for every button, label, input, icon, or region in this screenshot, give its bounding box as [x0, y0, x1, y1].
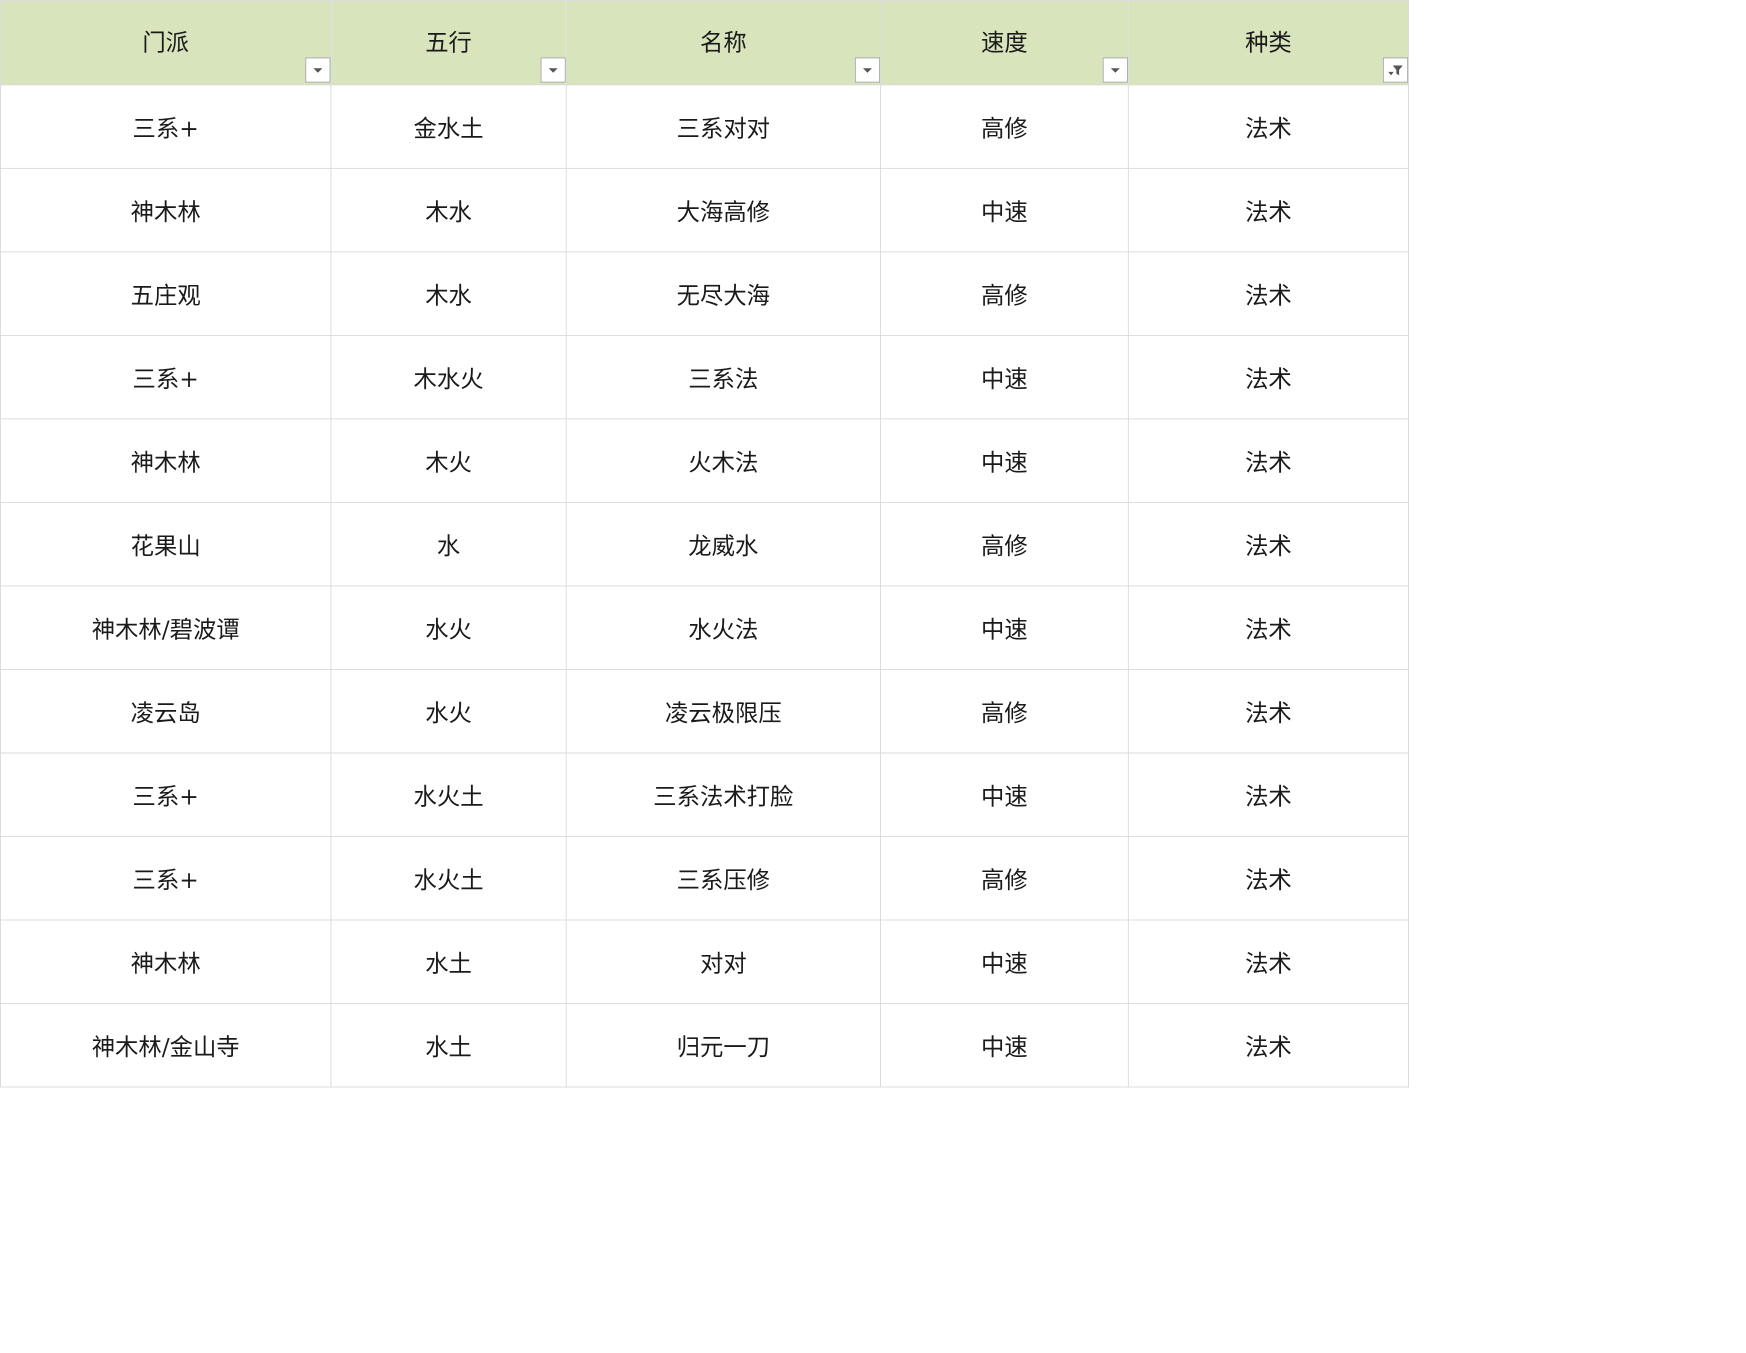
table-cell[interactable]: 水火	[330, 585, 567, 670]
table-cell[interactable]: 神木林	[0, 418, 332, 503]
table-row: 三系+ 水火土 三系法术打脸 中速 法术	[0, 752, 1409, 837]
table-cell[interactable]: 中速	[880, 167, 1129, 253]
table-row: 五庄观 木水 无尽大海 高修 法术	[0, 251, 1409, 336]
table-row: 神木林 木水 大海高修 中速 法术	[0, 167, 1409, 253]
data-table: 门派 五行 名称 速度 种类 三系+ 金水土 三系对对 高修 法术 神木林 木水 大海高修 中速 法术 五庄…	[0, 0, 1409, 1088]
table-cell[interactable]: 木水火	[330, 334, 567, 420]
table-cell[interactable]: 大海高修	[565, 167, 881, 253]
header-type[interactable]: 种类	[1127, 0, 1409, 86]
table-row: 三系+ 金水土 三系对对 高修 法术	[0, 84, 1409, 169]
table-cell[interactable]: 凌云极限压	[565, 669, 881, 754]
spreadsheet: 门派 五行 名称 速度 种类 三系+ 金水土 三系对对 高修 法术 神木林 木水 大海高修 中速 法术 五庄…	[0, 0, 1568, 1215]
table-cell[interactable]: 神木林	[0, 167, 332, 253]
table-row: 三系+ 木水火 三系法 中速 法术	[0, 334, 1409, 420]
table-cell[interactable]: 高修	[880, 501, 1129, 587]
table-cell[interactable]: 法术	[1127, 334, 1409, 420]
table-cell[interactable]: 三系+	[0, 752, 332, 837]
table-cell[interactable]: 三系法	[565, 334, 881, 420]
table-cell[interactable]: 中速	[880, 752, 1129, 837]
table-cell[interactable]: 水	[330, 501, 567, 587]
table-cell[interactable]: 中速	[880, 334, 1129, 420]
table-cell[interactable]: 中速	[880, 919, 1129, 1004]
table-row: 神木林/碧波谭 水火 水火法 中速 法术	[0, 585, 1409, 670]
table-cell[interactable]: 归元一刀	[565, 1003, 881, 1088]
table-cell[interactable]: 火木法	[565, 418, 881, 503]
table-cell[interactable]: 水火土	[330, 752, 567, 837]
table-cell[interactable]: 法术	[1127, 84, 1409, 169]
table-cell[interactable]: 法术	[1127, 167, 1409, 253]
table-cell[interactable]: 神木林	[0, 919, 332, 1004]
table-cell[interactable]: 中速	[880, 418, 1129, 503]
table-cell[interactable]: 法术	[1127, 1003, 1409, 1088]
filter-dropdown-button[interactable]	[1102, 57, 1128, 83]
table-row: 神木林/金山寺 水土 归元一刀 中速 法术	[0, 1003, 1409, 1088]
table-cell[interactable]: 水土	[330, 919, 567, 1004]
table-cell[interactable]: 神木林/碧波谭	[0, 585, 332, 670]
table-cell[interactable]: 水土	[330, 1003, 567, 1088]
table-cell[interactable]: 法术	[1127, 501, 1409, 587]
chevron-down-icon	[862, 68, 872, 73]
header-sect[interactable]: 门派	[0, 0, 332, 86]
table-cell[interactable]: 高修	[880, 836, 1129, 921]
table-cell[interactable]: 水火土	[330, 836, 567, 921]
filter-active-button[interactable]	[1382, 57, 1409, 83]
table-cell[interactable]: 凌云岛	[0, 669, 332, 754]
column-header-label: 种类	[1245, 29, 1292, 57]
column-header-label: 门派	[142, 29, 190, 57]
table-cell[interactable]: 水火法	[565, 585, 881, 670]
table-row: 三系+ 水火土 三系压修 高修 法术	[0, 836, 1409, 921]
table-row: 神木林 水土 对对 中速 法术	[0, 919, 1409, 1004]
table-cell[interactable]: 法术	[1127, 919, 1409, 1004]
table-cell[interactable]: 法术	[1127, 251, 1409, 336]
chevron-down-icon	[548, 68, 558, 73]
table-cell[interactable]: 神木林/金山寺	[0, 1003, 332, 1088]
header-speed[interactable]: 速度	[880, 0, 1129, 86]
table-cell[interactable]: 三系+	[0, 836, 332, 921]
table-cell[interactable]: 三系+	[0, 84, 332, 169]
table-row: 凌云岛 水火 凌云极限压 高修 法术	[0, 669, 1409, 754]
funnel-filter-icon	[1388, 65, 1403, 76]
table-cell[interactable]: 法术	[1127, 836, 1409, 921]
table-cell[interactable]: 木火	[330, 418, 567, 503]
chevron-down-icon	[1110, 68, 1120, 73]
filter-dropdown-button[interactable]	[305, 57, 331, 83]
table-body: 三系+ 金水土 三系对对 高修 法术 神木林 木水 大海高修 中速 法术 五庄观 木水 无尽大海 高修 法术…	[0, 84, 1409, 1088]
filter-dropdown-button[interactable]	[854, 57, 881, 83]
table-cell[interactable]: 法术	[1127, 585, 1409, 670]
table-cell[interactable]: 高修	[880, 669, 1129, 754]
table-row: 神木林 木火 火木法 中速 法术	[0, 418, 1409, 503]
column-header-label: 五行	[425, 29, 472, 57]
table-cell[interactable]: 三系法术打脸	[565, 752, 881, 837]
table-cell[interactable]: 中速	[880, 585, 1129, 670]
table-cell[interactable]: 法术	[1127, 418, 1409, 503]
table-cell[interactable]: 高修	[880, 84, 1129, 169]
table-cell[interactable]: 三系+	[0, 334, 332, 420]
chevron-down-icon	[313, 68, 323, 73]
table-row: 花果山水龙威水 高修 法术	[0, 501, 1409, 587]
filter-dropdown-button[interactable]	[540, 57, 566, 83]
table-cell[interactable]: 三系压修	[565, 836, 881, 921]
table-cell[interactable]: 法术	[1127, 669, 1409, 754]
table-cell[interactable]: 木水	[330, 167, 567, 253]
table-cell[interactable]: 法术	[1127, 752, 1409, 837]
table-cell[interactable]: 三系对对	[565, 84, 881, 169]
table-cell[interactable]: 花果山	[0, 501, 332, 587]
header-name[interactable]: 名称	[565, 0, 881, 86]
header-row: 门派 五行 名称 速度 种类	[0, 0, 1409, 86]
table-cell[interactable]: 五庄观	[0, 251, 332, 336]
table-cell[interactable]: 金水土	[330, 84, 567, 169]
table-cell[interactable]: 对对	[565, 919, 881, 1004]
table-cell[interactable]: 高修	[880, 251, 1129, 336]
table-cell[interactable]: 无尽大海	[565, 251, 881, 336]
table-cell[interactable]: 木水	[330, 251, 567, 336]
table-cell[interactable]: 中速	[880, 1003, 1129, 1088]
table-cell[interactable]: 水火	[330, 669, 567, 754]
column-header-label: 速度	[981, 29, 1028, 57]
table-cell[interactable]: 龙威水	[565, 501, 881, 587]
column-header-label: 名称	[699, 29, 747, 57]
header-element[interactable]: 五行	[330, 0, 567, 86]
